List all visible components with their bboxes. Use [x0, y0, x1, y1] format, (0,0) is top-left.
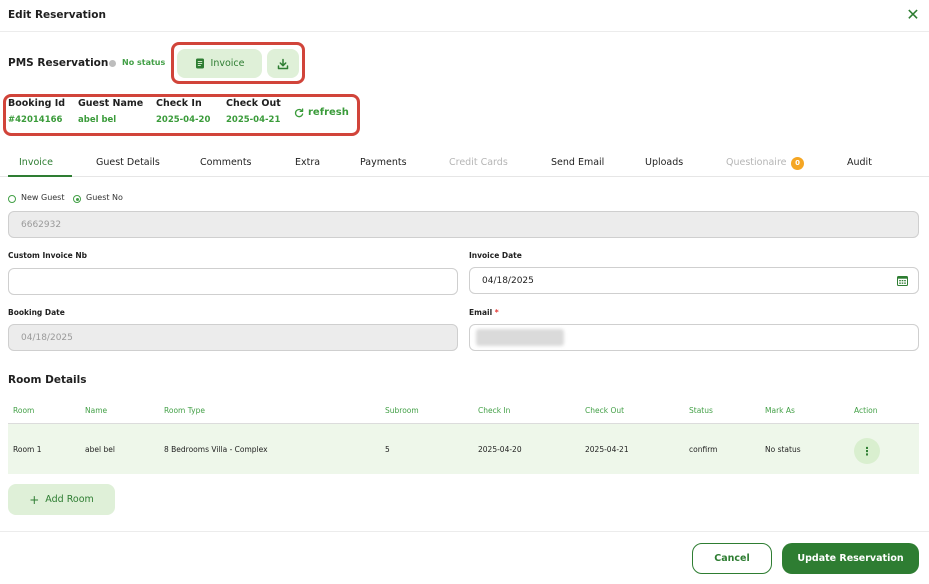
tab-extra[interactable]: Extra	[295, 157, 320, 168]
tab-uploads[interactable]: Uploads	[645, 157, 683, 168]
email-label: Email *	[469, 308, 499, 317]
booking-id-label: Booking Id	[8, 98, 66, 109]
column-header-action: Action	[854, 406, 878, 415]
tab-guest-details[interactable]: Guest Details	[96, 157, 160, 168]
new-guest-label: New Guest	[21, 193, 65, 202]
row-actions-button[interactable]: ⋮	[854, 438, 880, 464]
check-in-value: 2025-04-20	[156, 115, 211, 125]
guest-no-field: 6662932	[8, 211, 919, 238]
column-header-room-type: Room Type	[164, 406, 205, 415]
cancel-button[interactable]: Cancel	[692, 543, 772, 574]
cell-mark-as: No status	[765, 445, 801, 454]
document-icon	[195, 58, 204, 69]
new-guest-radio[interactable]	[8, 195, 16, 203]
cell-check-out: 2025-04-21	[585, 445, 629, 454]
guest-no-value: 6662932	[21, 219, 62, 230]
calendar-icon[interactable]	[897, 275, 908, 286]
tab-credit-cards: Credit Cards	[449, 157, 508, 168]
invoice-date-value: 04/18/2025	[482, 275, 534, 286]
cell-room: Room 1	[13, 445, 42, 454]
invoice-button-label: Invoice	[210, 58, 245, 69]
booking-date-field: 04/18/2025	[8, 324, 458, 351]
check-out-value: 2025-04-21	[226, 115, 281, 125]
more-vertical-icon: ⋮	[861, 444, 873, 458]
tab-comments[interactable]: Comments	[200, 157, 252, 168]
tabs-divider	[0, 176, 929, 177]
booking-date-value: 04/18/2025	[21, 332, 73, 343]
footer-divider	[0, 531, 929, 532]
header-divider	[0, 31, 929, 32]
active-tab-indicator	[8, 175, 72, 177]
check-out-label: Check Out	[226, 98, 281, 109]
invoice-button[interactable]: Invoice	[177, 49, 262, 78]
guest-name-value: abel bel	[78, 115, 117, 125]
add-room-label: Add Room	[45, 494, 94, 505]
tab-audit[interactable]: Audit	[847, 157, 872, 168]
booking-id-value: #42014166	[8, 115, 63, 125]
close-icon[interactable]: ✕	[905, 7, 921, 23]
custom-invoice-field[interactable]	[8, 268, 458, 295]
column-header-check-in: Check In	[478, 406, 511, 415]
invoice-date-field[interactable]: 04/18/2025	[469, 267, 919, 294]
pms-reservation-label: PMS Reservation	[8, 57, 109, 69]
check-in-label: Check In	[156, 98, 202, 109]
guest-no-radio[interactable]	[73, 195, 81, 203]
cell-status: confirm	[689, 445, 718, 454]
redacted-email-value	[476, 329, 564, 346]
column-header-mark-as: Mark As	[765, 406, 795, 415]
cell-room-type: 8 Bedrooms Villa - Complex	[164, 445, 268, 454]
guest-no-label: Guest No	[86, 193, 123, 202]
refresh-button[interactable]: refresh	[294, 107, 349, 118]
refresh-label: refresh	[308, 107, 349, 118]
add-room-button[interactable]: + Add Room	[8, 484, 115, 515]
dialog-title: Edit Reservation	[8, 9, 106, 21]
plus-icon: +	[29, 492, 40, 507]
invoice-date-label: Invoice Date	[469, 251, 522, 260]
download-icon	[277, 58, 289, 69]
download-button[interactable]	[267, 49, 299, 78]
column-header-status: Status	[689, 406, 713, 415]
column-header-room: Room	[13, 406, 35, 415]
refresh-icon	[294, 107, 304, 117]
cell-name: abel bel	[85, 445, 115, 454]
reservation-status: No status	[122, 58, 166, 67]
guest-name-label: Guest Name	[78, 98, 144, 109]
tab-invoice[interactable]: Invoice	[19, 157, 53, 168]
email-label-text: Email	[469, 308, 493, 317]
booking-date-label: Booking Date	[8, 308, 65, 317]
cell-check-in: 2025-04-20	[478, 445, 522, 454]
update-reservation-button[interactable]: Update Reservation	[782, 543, 919, 574]
questionaire-badge: 0	[791, 157, 804, 170]
column-header-check-out: Check Out	[585, 406, 625, 415]
required-marker: *	[494, 308, 499, 317]
tab-payments[interactable]: Payments	[360, 157, 407, 168]
tab-questionaire: Questionaire	[726, 157, 787, 168]
custom-invoice-label: Custom Invoice Nb	[8, 251, 88, 260]
tab-send-email[interactable]: Send Email	[551, 157, 604, 168]
cell-subroom: 5	[385, 445, 390, 454]
room-details-title: Room Details	[8, 374, 87, 386]
status-dot-icon	[109, 60, 116, 67]
column-header-name: Name	[85, 406, 108, 415]
column-header-subroom: Subroom	[385, 406, 419, 415]
